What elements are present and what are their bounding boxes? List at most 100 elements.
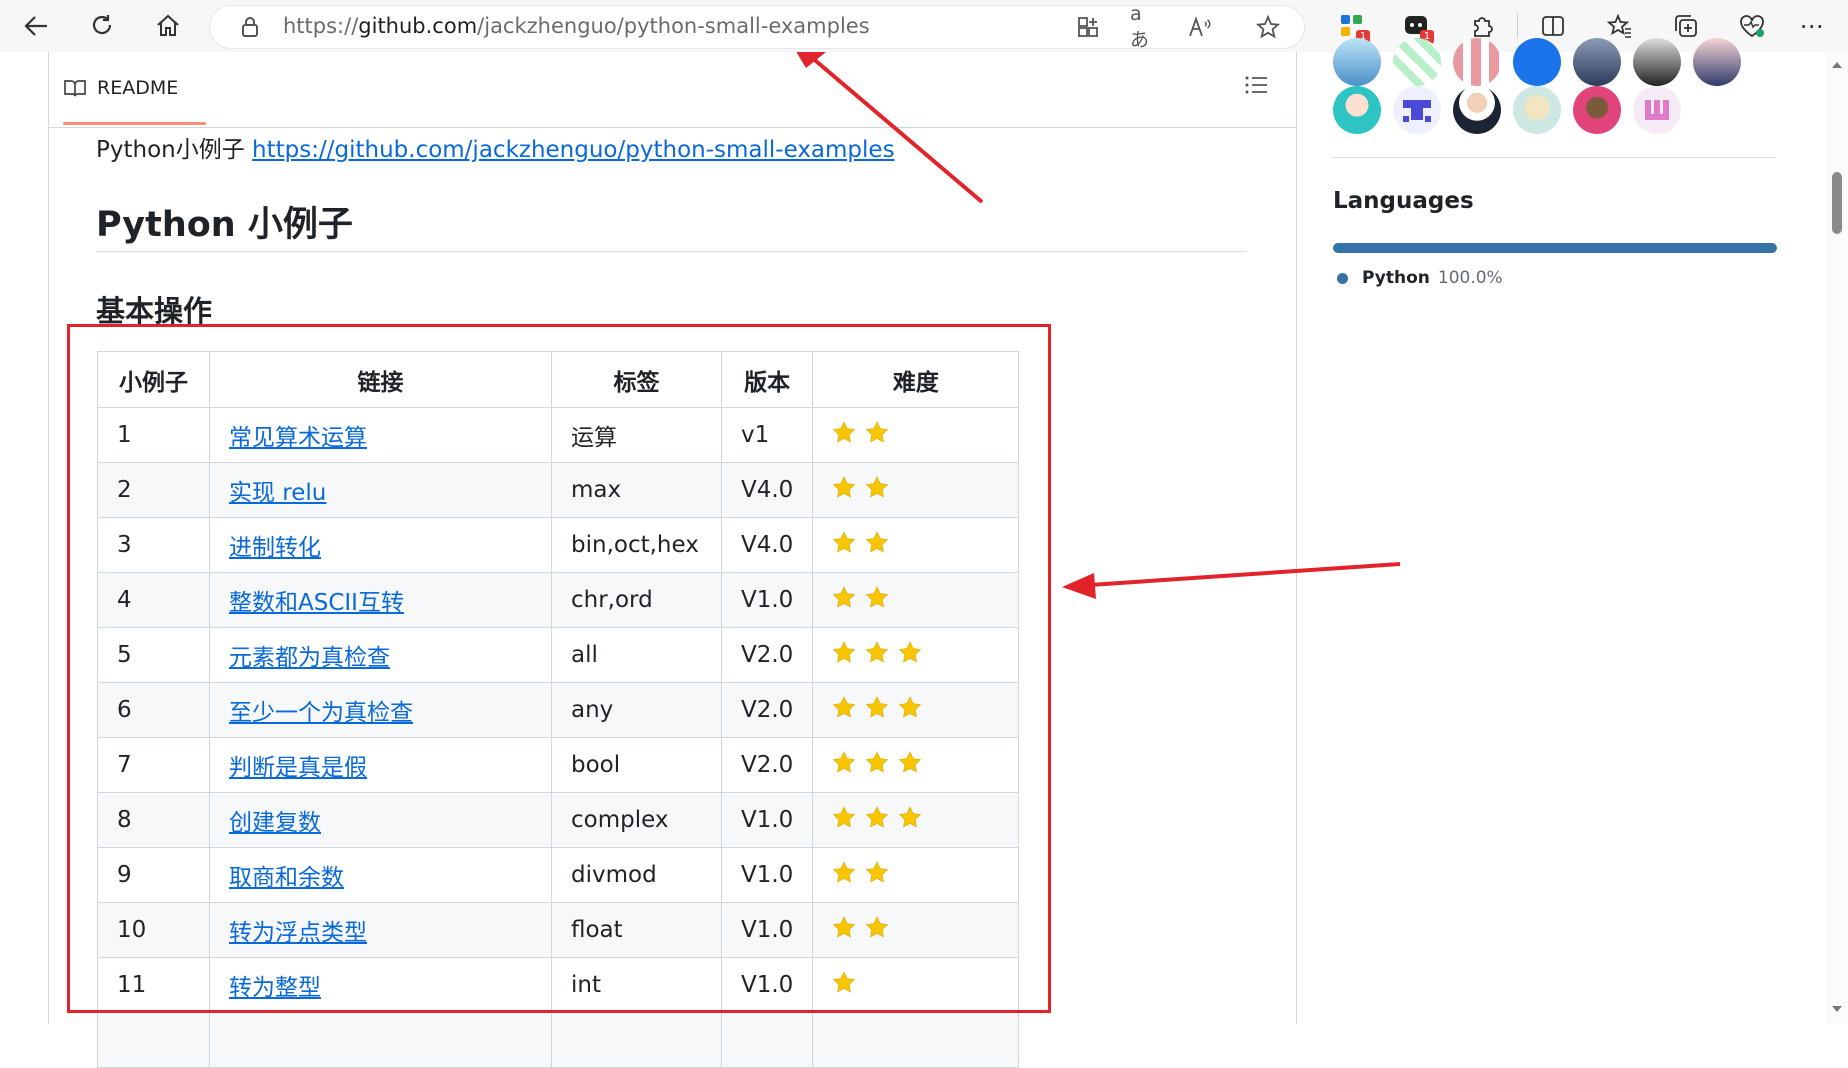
difficulty-stars: [832, 421, 999, 449]
reload-button[interactable]: [84, 8, 120, 44]
cell-difficulty: [812, 1012, 1020, 1068]
extensions-puzzle-icon[interactable]: [1466, 10, 1498, 42]
avatar[interactable]: [1513, 86, 1561, 134]
star-icon: [865, 696, 889, 724]
scroll-up-icon[interactable]: [1826, 58, 1848, 72]
avatar[interactable]: [1633, 38, 1681, 86]
scroll-down-icon[interactable]: [1826, 1002, 1848, 1016]
cell-version: V2.0: [720, 682, 814, 738]
readme-tab[interactable]: README: [63, 68, 178, 108]
cell-difficulty: [812, 737, 1020, 793]
home-button[interactable]: [150, 8, 186, 44]
collections-icon[interactable]: [1670, 10, 1702, 42]
page-content: README Python小例子 https://github.com/jack…: [0, 38, 1848, 1068]
cell-version: V4.0: [720, 462, 814, 518]
examples-table: 小例子 链接 标签 版本 难度 1 常见算术运算 运算 v1 2 实现 relu max V4…: [97, 351, 1020, 1068]
cell-number: 10: [97, 902, 210, 958]
example-link[interactable]: 整数和ASCII互转: [229, 590, 404, 616]
cell-tag: chr,ord: [551, 572, 722, 628]
cell-tag: [551, 1012, 722, 1068]
cell-link: 整数和ASCII互转: [209, 572, 552, 628]
title-divider: [96, 251, 1247, 252]
read-aloud-icon[interactable]: [1186, 14, 1214, 40]
avatar[interactable]: [1393, 86, 1441, 134]
star-icon: [832, 751, 856, 779]
cell-number: 3: [97, 517, 210, 573]
page-scrollbar[interactable]: [1826, 52, 1848, 1024]
extension-grid-icon[interactable]: 1: [1336, 10, 1370, 44]
translate-icon[interactable]: aあ: [1130, 3, 1158, 51]
browser-essentials-icon[interactable]: [1736, 10, 1768, 42]
table-row: 10 转为浮点类型 float V1.0: [97, 902, 1020, 958]
avatar[interactable]: [1573, 38, 1621, 86]
table-row: 11 转为整型 int V1.0: [97, 957, 1020, 1013]
cell-difficulty: [812, 957, 1020, 1013]
cell-tag: any: [551, 682, 722, 738]
intro-text: Python小例子: [96, 137, 253, 163]
split-screen-icon[interactable]: [1537, 10, 1569, 42]
favorite-star-icon[interactable]: [1254, 14, 1282, 40]
star-icon: [832, 531, 856, 559]
cell-link: 判断是真是假: [209, 737, 552, 793]
cell-link: 进制转化: [209, 517, 552, 573]
avatar[interactable]: [1393, 38, 1441, 86]
readme-header: README: [49, 52, 1296, 128]
home-icon: [157, 14, 179, 36]
example-link[interactable]: 创建复数: [229, 810, 321, 836]
example-link[interactable]: 元素都为真检查: [229, 645, 390, 671]
avatar[interactable]: [1333, 86, 1381, 134]
example-link[interactable]: 判断是真是假: [229, 755, 367, 781]
avatar[interactable]: [1333, 38, 1381, 86]
language-item-python[interactable]: Python 100.0%: [1337, 268, 1503, 288]
example-link[interactable]: 常见算术运算: [229, 425, 367, 451]
table-header-row: 小例子 链接 标签 版本 难度: [97, 351, 1020, 408]
intro-link[interactable]: https://github.com/jackzhenguo/python-sm…: [252, 137, 895, 163]
star-icon: [832, 916, 856, 944]
more-menu-icon[interactable]: ⋯: [1796, 10, 1828, 42]
cell-version: V1.0: [720, 902, 814, 958]
star-icon: [832, 641, 856, 669]
example-link[interactable]: 至少一个为真检查: [229, 700, 413, 726]
favorites-icon[interactable]: [1604, 10, 1636, 42]
lock-icon[interactable]: [236, 14, 264, 40]
cell-number: [97, 1012, 210, 1068]
column-header: 标签: [551, 351, 722, 408]
star-icon: [865, 531, 889, 559]
scrollbar-thumb[interactable]: [1832, 172, 1842, 234]
difficulty-stars: [832, 531, 999, 559]
book-icon: [64, 80, 86, 97]
example-link[interactable]: 进制转化: [229, 535, 321, 561]
avatar[interactable]: [1573, 86, 1621, 134]
cell-version: V1.0: [720, 957, 814, 1013]
cell-number: 9: [97, 847, 210, 903]
address-bar[interactable]: https://github.com/jackzhenguo/python-sm…: [210, 3, 1304, 51]
avatar[interactable]: [1513, 38, 1561, 86]
app-available-icon[interactable]: [1074, 14, 1102, 40]
cell-tag: bin,oct,hex: [551, 517, 722, 573]
difficulty-stars: [832, 476, 999, 504]
back-button[interactable]: [18, 8, 54, 44]
star-icon: [865, 916, 889, 944]
cell-number: 8: [97, 792, 210, 848]
language-percent: 100.0%: [1437, 268, 1503, 288]
sidebar-divider: [1332, 157, 1776, 158]
avatar[interactable]: [1453, 86, 1501, 134]
example-link[interactable]: 转为整型: [229, 975, 321, 1001]
cell-link: 转为整型: [209, 957, 552, 1013]
star-icon: [865, 641, 889, 669]
avatar[interactable]: [1633, 86, 1681, 134]
example-link[interactable]: 实现 relu: [229, 480, 326, 506]
url-text[interactable]: https://github.com/jackzhenguo/python-sm…: [283, 14, 870, 38]
cell-number: 7: [97, 737, 210, 793]
cell-link: 至少一个为真检查: [209, 682, 552, 738]
cell-link: 元素都为真检查: [209, 627, 552, 683]
avatar[interactable]: [1453, 38, 1501, 86]
example-link[interactable]: 取商和余数: [229, 865, 344, 891]
example-link[interactable]: 转为浮点类型: [229, 920, 367, 946]
star-icon: [865, 586, 889, 614]
back-arrow-icon: [24, 16, 47, 36]
cell-tag: int: [551, 957, 722, 1013]
table-row: 2 实现 relu max V4.0: [97, 462, 1020, 518]
avatar[interactable]: [1693, 38, 1741, 86]
table-of-contents-icon[interactable]: [1244, 74, 1268, 100]
